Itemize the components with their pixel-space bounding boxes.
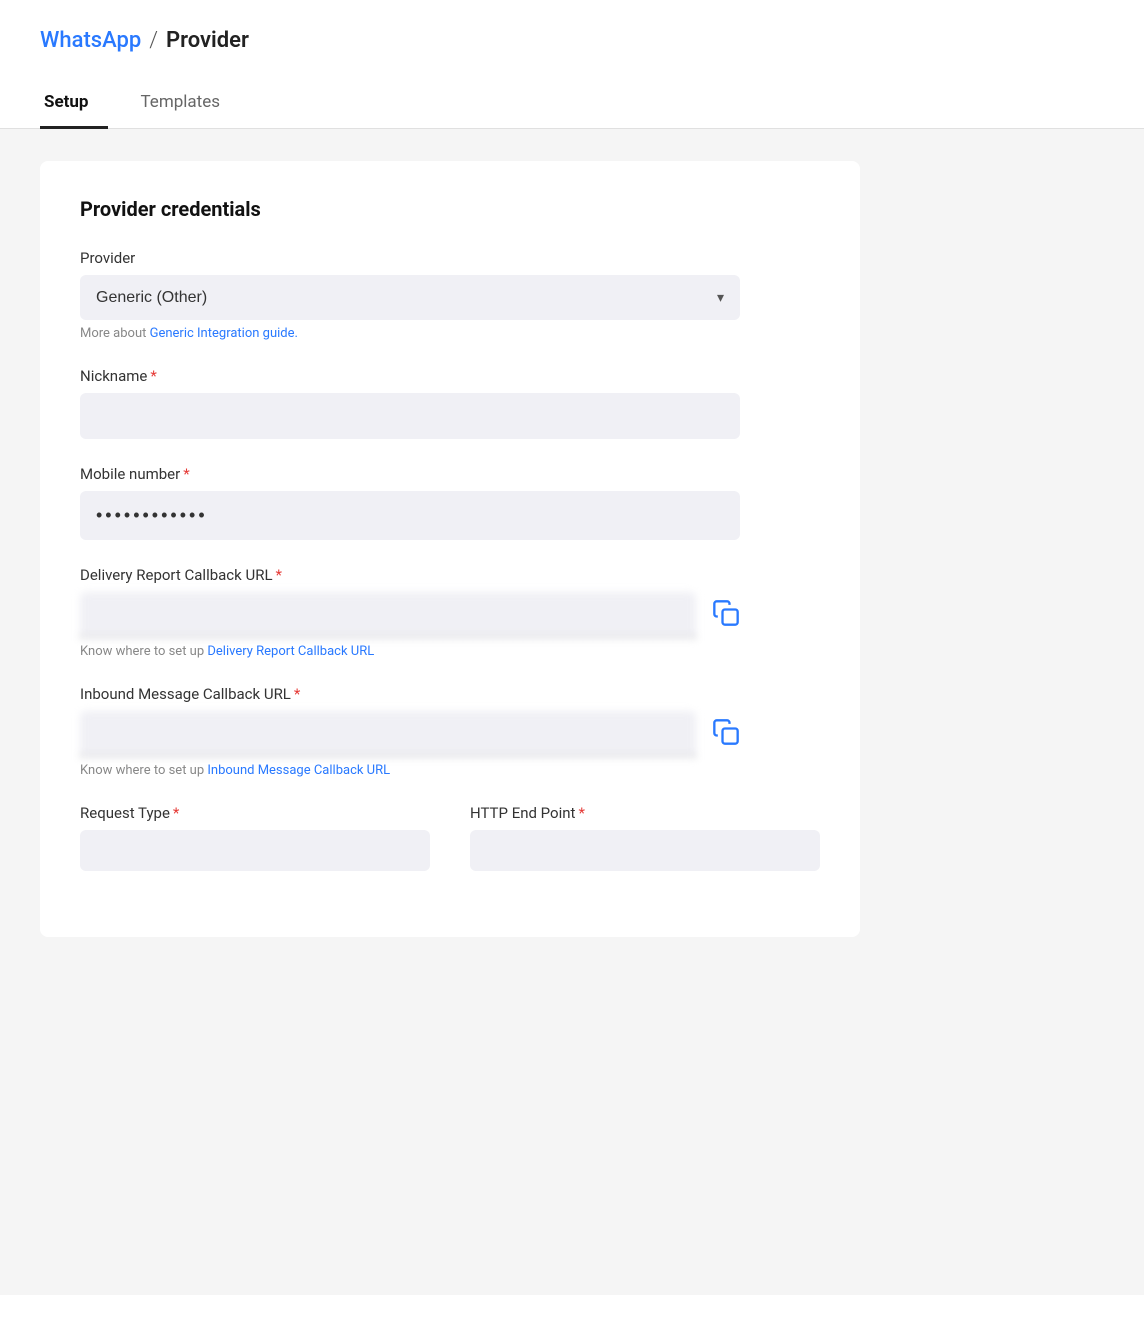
http-endpoint-input[interactable] xyxy=(470,830,820,871)
section-title: Provider credentials xyxy=(80,197,820,221)
request-type-group: Request Type * xyxy=(80,804,430,871)
http-endpoint-group: HTTP End Point * xyxy=(470,804,820,871)
provider-field-group: Provider Generic (Other) Twilio MessageB… xyxy=(80,249,820,341)
breadcrumb: WhatsApp / Provider xyxy=(40,28,1104,53)
main-content: Provider credentials Provider Generic (O… xyxy=(0,129,1144,1295)
delivery-report-required-star: * xyxy=(276,566,282,584)
delivery-report-helper: Know where to set up Delivery Report Cal… xyxy=(80,644,820,659)
breadcrumb-area: WhatsApp / Provider xyxy=(0,0,1144,53)
mobile-required-star: * xyxy=(183,465,189,483)
request-type-input[interactable] xyxy=(80,830,430,871)
provider-credentials-card: Provider credentials Provider Generic (O… xyxy=(40,161,860,937)
mobile-number-field-group: Mobile number * xyxy=(80,465,820,540)
page-wrapper: WhatsApp / Provider Setup Templates Prov… xyxy=(0,0,1144,1336)
tab-setup[interactable]: Setup xyxy=(40,82,108,129)
tab-templates[interactable]: Templates xyxy=(136,82,240,129)
nickname-required-star: * xyxy=(150,367,156,385)
inbound-message-callback-url-link[interactable]: Inbound Message Callback URL xyxy=(207,763,390,778)
provider-select-wrapper: Generic (Other) Twilio MessageBird Vonag… xyxy=(80,275,740,320)
nickname-label: Nickname * xyxy=(80,367,820,385)
delivery-report-url-input[interactable]: https://wzrkt.com/a1b2c3d4e5f6a1b2c3d4e5… xyxy=(80,592,696,638)
inbound-message-url-input[interactable]: https://wzrkt.com/b2c3d4e5f6a1b2c3d4e5f6… xyxy=(80,711,696,757)
nickname-field-group: Nickname * john@clevertap.com xyxy=(80,367,820,439)
breadcrumb-separator: / xyxy=(149,28,158,53)
http-endpoint-label: HTTP End Point * xyxy=(470,804,820,822)
delivery-report-copy-icon[interactable] xyxy=(712,599,740,631)
request-type-required-star: * xyxy=(173,804,179,822)
breadcrumb-provider: Provider xyxy=(166,28,249,53)
inbound-message-url-group: Inbound Message Callback URL * https://w… xyxy=(80,685,820,778)
generic-integration-guide-link[interactable]: Generic Integration guide. xyxy=(150,326,298,341)
delivery-report-callback-url-link[interactable]: Delivery Report Callback URL xyxy=(207,644,374,659)
inbound-message-helper: Know where to set up Inbound Message Cal… xyxy=(80,763,820,778)
mobile-number-label: Mobile number * xyxy=(80,465,820,483)
nickname-input[interactable]: john@clevertap.com xyxy=(80,393,740,439)
http-endpoint-required-star: * xyxy=(578,804,584,822)
inbound-message-copy-icon[interactable] xyxy=(712,718,740,750)
provider-helper: More about Generic Integration guide. xyxy=(80,326,820,341)
provider-label: Provider xyxy=(80,249,820,267)
delivery-report-url-group: Delivery Report Callback URL * https://w… xyxy=(80,566,820,659)
delivery-report-label: Delivery Report Callback URL * xyxy=(80,566,820,584)
provider-select[interactable]: Generic (Other) Twilio MessageBird Vonag… xyxy=(80,275,740,320)
request-type-label: Request Type * xyxy=(80,804,430,822)
tabs: Setup Templates xyxy=(40,81,1104,128)
breadcrumb-whatsapp-link[interactable]: WhatsApp xyxy=(40,28,141,53)
inbound-message-label: Inbound Message Callback URL * xyxy=(80,685,820,703)
inbound-required-star: * xyxy=(294,685,300,703)
request-type-endpoint-row: Request Type * HTTP End Point * xyxy=(80,804,820,897)
mobile-number-input[interactable] xyxy=(80,491,740,540)
tabs-area: Setup Templates xyxy=(0,53,1144,129)
